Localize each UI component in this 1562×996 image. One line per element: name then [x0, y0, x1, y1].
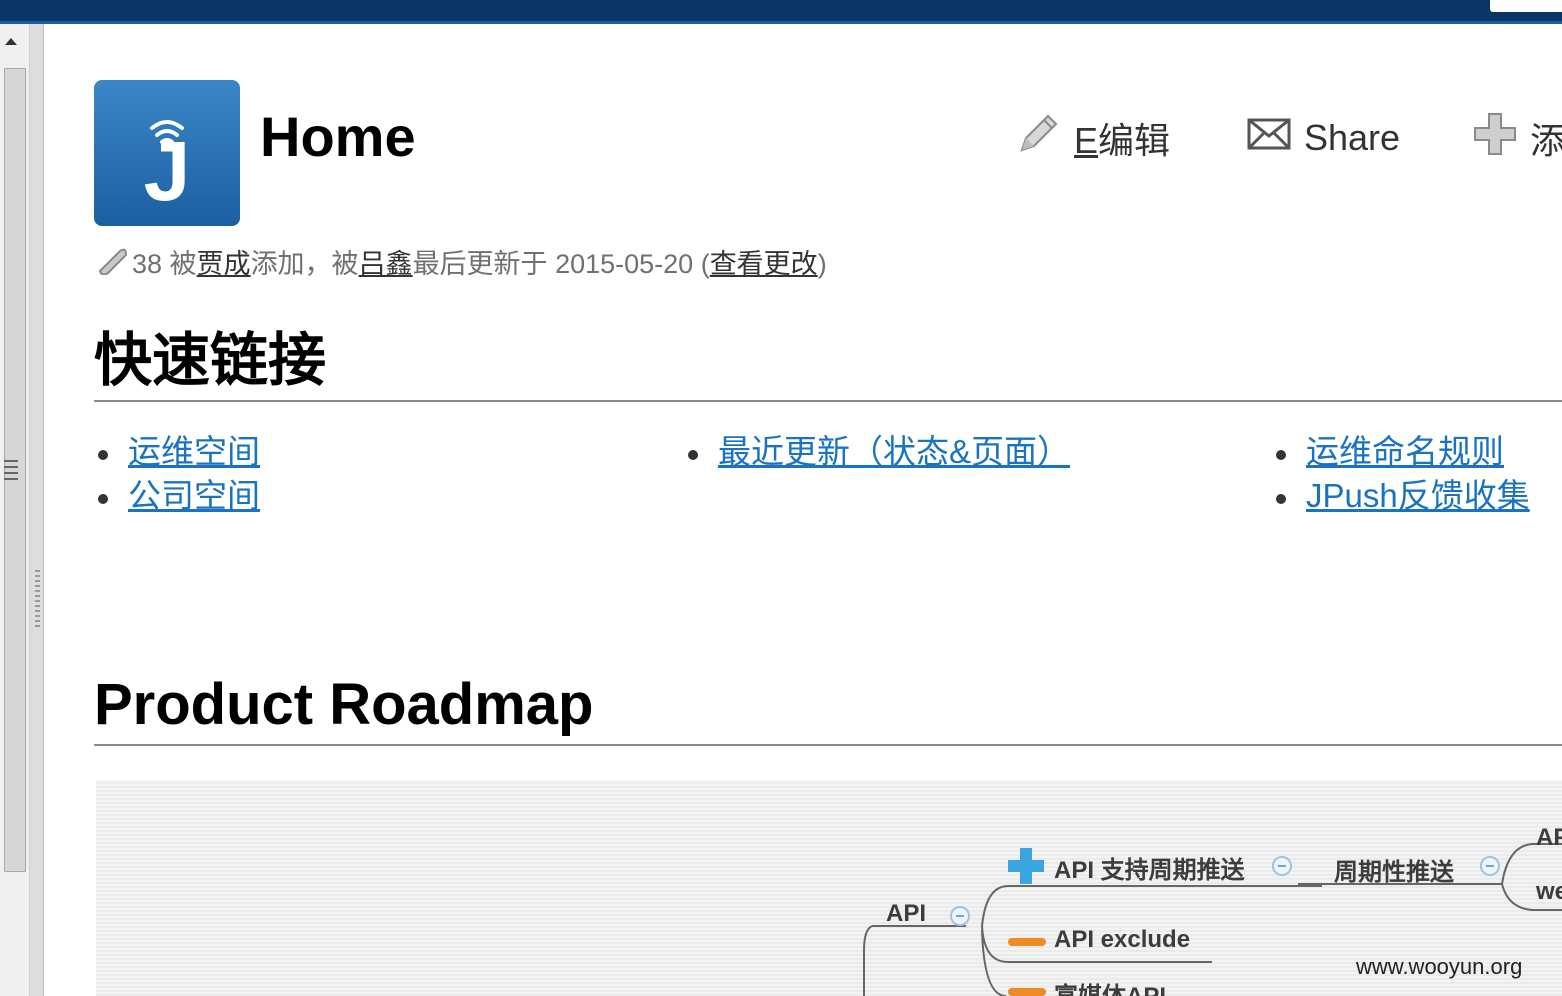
- quick-links-column-3: 运维命名规则 JPush反馈收集: [1272, 430, 1530, 518]
- list-item: JPush反馈收集: [1272, 474, 1530, 518]
- watermark: www.wooyun.org: [1356, 954, 1523, 979]
- link-ops-naming-rules[interactable]: 运维命名规则: [1306, 433, 1504, 470]
- link-company-space[interactable]: 公司空间: [128, 477, 260, 514]
- edit-accelerator: E: [1074, 120, 1099, 161]
- link-jpush-feedback[interactable]: JPush反馈收集: [1306, 477, 1530, 514]
- share-button[interactable]: Share: [1246, 110, 1400, 166]
- mindmap-connectors: [863, 843, 1562, 996]
- mindmap-node-cycle-push: API 支持周期推送: [1054, 857, 1245, 884]
- pane-resize-handle[interactable]: [35, 570, 40, 630]
- edit-label: 编辑: [1098, 120, 1171, 161]
- last-updated-date: 最后更新于 2015-05-20: [412, 249, 701, 279]
- updater-link[interactable]: 吕鑫: [359, 249, 413, 279]
- add-button[interactable]: 添: [1472, 110, 1562, 166]
- meta-text-added-by: 被: [162, 249, 197, 279]
- envelope-icon: [1246, 116, 1292, 161]
- share-label: Share: [1304, 117, 1401, 158]
- attachment-count[interactable]: 38: [132, 249, 162, 279]
- meta-paren-open: (: [700, 249, 710, 279]
- list-item: 公司空间: [94, 474, 260, 518]
- mindmap-node-edge-bottom: we: [1536, 878, 1562, 905]
- page-metadata: 38 被贾成添加，被吕鑫最后更新于 2015-05-20 (查看更改): [96, 246, 827, 284]
- paperclip-icon: [96, 247, 128, 284]
- quick-links-heading: 快速链接: [94, 328, 327, 393]
- add-label: 添: [1530, 120, 1562, 161]
- search-field-stub[interactable]: [1490, 0, 1562, 12]
- list-item: 运维空间: [94, 430, 260, 474]
- meta-text-updated-by: 添加，被: [250, 249, 359, 279]
- collapse-icon: [1272, 856, 1292, 876]
- jpush-logo-icon: J: [144, 120, 191, 218]
- collapse-icon: [950, 906, 970, 926]
- scroll-up-arrow-icon[interactable]: [5, 38, 17, 45]
- creator-link[interactable]: 贾成: [197, 249, 251, 279]
- list-item: 运维命名规则: [1272, 430, 1530, 474]
- page-title: Home: [260, 105, 416, 168]
- mindmap-node-rich-media: 富媒体API: [1054, 976, 1166, 996]
- space-logo[interactable]: J: [94, 80, 240, 226]
- link-recent-updates[interactable]: 最近更新（状态&页面）: [718, 433, 1070, 470]
- section-divider: [94, 400, 1562, 402]
- mindmap-node-api: API: [886, 900, 927, 927]
- mindmap-node-edge-top: AP: [1536, 824, 1562, 851]
- quick-links-column-1: 运维空间 公司空间: [94, 430, 260, 518]
- section-divider: [94, 744, 1562, 746]
- meta-paren-close: ): [817, 249, 827, 279]
- link-ops-space[interactable]: 运维空间: [128, 433, 260, 470]
- quick-links-column-2: 最近更新（状态&页面）: [684, 430, 1070, 474]
- list-item: 最近更新（状态&页面）: [684, 430, 1070, 474]
- mindmap-node-api-exclude: API exclude: [1054, 926, 1191, 953]
- pencil-icon: [1014, 110, 1062, 167]
- roadmap-mindmap-image: API API 支持周期推送 周期性推送 AP we API exclude 富…: [96, 780, 1562, 996]
- edit-button[interactable]: E编辑: [1014, 110, 1170, 166]
- logo-letter: J: [144, 124, 191, 218]
- plus-icon: [1472, 111, 1518, 166]
- scroll-grip-icon: [4, 460, 18, 480]
- mindmap-node-periodic: 周期性推送: [1334, 859, 1454, 886]
- sidebar-scrollbar[interactable]: [0, 24, 30, 996]
- view-changes-link[interactable]: 查看更改: [710, 249, 818, 279]
- top-navigation-bar: [0, 0, 1562, 24]
- product-roadmap-heading: Product Roadmap: [94, 672, 594, 737]
- collapse-icon: [1480, 856, 1500, 876]
